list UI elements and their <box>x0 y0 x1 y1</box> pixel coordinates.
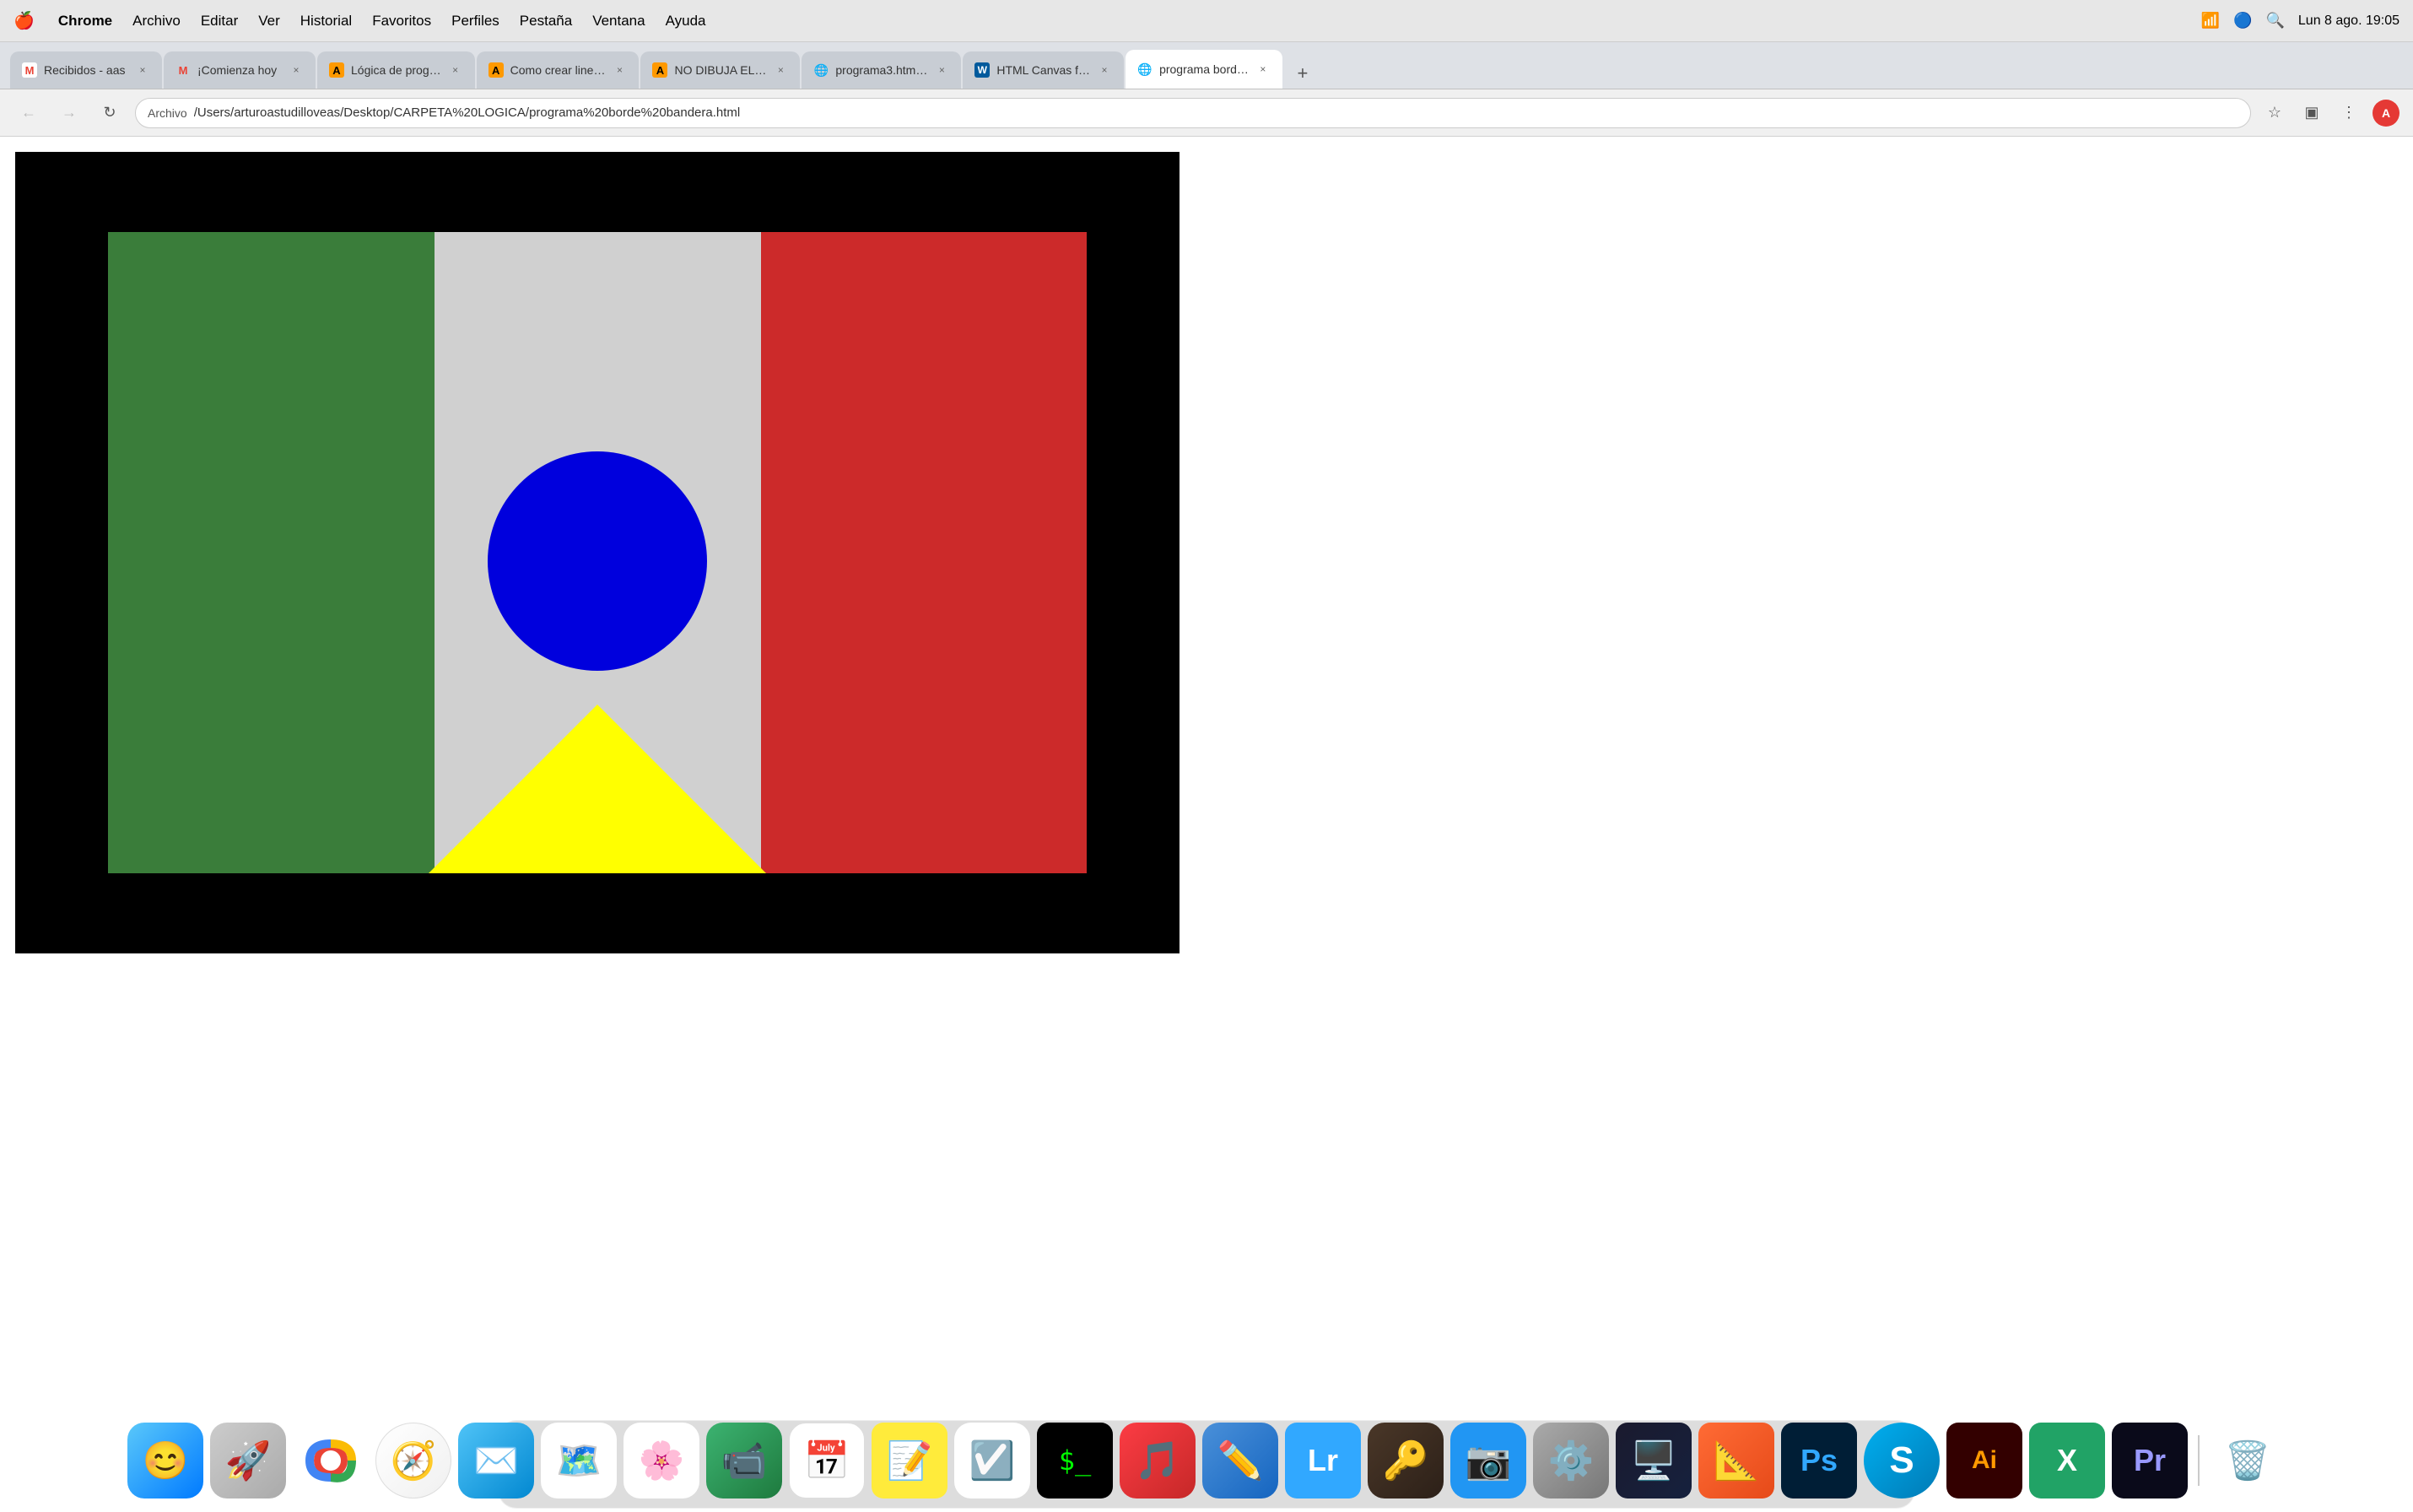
tab-html-canvas[interactable]: W HTML Canvas f… × <box>963 51 1124 89</box>
tab-close-programa3[interactable]: × <box>934 62 949 78</box>
menubar-pestana[interactable]: Pestaña <box>520 13 572 30</box>
forward-button[interactable]: → <box>54 98 84 128</box>
dock-dark-app[interactable]: 🖥️ <box>1616 1423 1692 1498</box>
dock-password[interactable]: 🔑 <box>1368 1423 1444 1498</box>
back-button[interactable]: ← <box>13 98 44 128</box>
wifi-icon[interactable]: 📶 <box>2201 12 2220 30</box>
tab-title-como-crear: Como crear line… <box>510 63 606 77</box>
dock-lightroom[interactable]: Lr <box>1285 1423 1361 1498</box>
dock-maps[interactable]: 🗺️ <box>541 1423 617 1498</box>
tab-favicon-html-canvas: W <box>974 62 990 78</box>
menu-icon[interactable]: ⋮ <box>2335 100 2362 127</box>
flag-blue-circle <box>488 451 707 671</box>
tab-favicon-programa3: 🌐 <box>813 62 829 78</box>
dock-trash[interactable]: 🗑️ <box>2210 1423 2286 1498</box>
tab-favicon-logica: A <box>329 62 344 78</box>
tab-logica[interactable]: A Lógica de prog… × <box>317 51 475 89</box>
tab-title-recibidos: Recibidos - aas <box>44 63 128 77</box>
tab-favicon-como-crear: A <box>489 62 504 78</box>
menubar-ver[interactable]: Ver <box>258 13 280 30</box>
flag-red-stripe <box>761 232 1087 873</box>
dock-system-prefs[interactable]: ⚙️ <box>1533 1423 1609 1498</box>
tab-close-logica[interactable]: × <box>448 62 463 78</box>
clock: Lun 8 ago. 19:05 <box>2298 14 2400 29</box>
reload-button[interactable]: ↻ <box>94 98 125 128</box>
dock-safari[interactable]: 🧭 <box>375 1423 451 1498</box>
sidebar-toggle-icon[interactable]: ▣ <box>2298 100 2325 127</box>
tab-como-crear[interactable]: A Como crear line… × <box>477 51 640 89</box>
menubar-archivo[interactable]: Archivo <box>132 13 181 30</box>
search-icon[interactable]: 🔍 <box>2265 12 2284 30</box>
dock-skype[interactable]: S <box>1864 1423 1940 1498</box>
flag-green-stripe <box>108 232 435 873</box>
new-tab-button[interactable]: + <box>1287 58 1318 89</box>
tab-close-no-dibuja[interactable]: × <box>773 62 788 78</box>
dock-reminders[interactable]: ☑️ <box>954 1423 1030 1498</box>
tab-close-recibidos[interactable]: × <box>135 62 150 78</box>
tab-close-como-crear[interactable]: × <box>612 62 627 78</box>
tab-title-no-dibuja: NO DIBUJA EL… <box>674 63 766 77</box>
tab-close-programa-borde[interactable]: × <box>1255 62 1271 77</box>
dock-terminal[interactable]: $_ <box>1037 1423 1113 1498</box>
dock-items-container: 😊 🚀 🧭 ✉️ 🗺️ <box>116 1423 2297 1505</box>
tab-title-html-canvas: HTML Canvas f… <box>996 63 1090 77</box>
tab-title-programa-borde: programa bord… <box>1159 62 1249 76</box>
address-bar[interactable]: Archivo /Users/arturoastudilloveas/Deskt… <box>135 98 2251 128</box>
tab-comienza[interactable]: M ¡Comienza hoy × <box>164 51 316 89</box>
tab-title-logica: Lógica de prog… <box>351 63 441 77</box>
dock-excel[interactable]: X <box>2029 1423 2105 1498</box>
canvas-black-bg <box>15 152 1180 953</box>
dock-chrome[interactable] <box>293 1423 369 1498</box>
tab-title-comienza: ¡Comienza hoy <box>197 63 282 77</box>
dock-notes[interactable]: 📝 <box>872 1423 947 1498</box>
menubar-ventana[interactable]: Ventana <box>592 13 645 30</box>
dock-launchpad[interactable]: 🚀 <box>210 1423 286 1498</box>
browser-toolbar: ← → ↻ Archivo /Users/arturoastudilloveas… <box>0 89 2413 137</box>
dock-photoshop[interactable]: Ps <box>1781 1423 1857 1498</box>
dock-sketchbook[interactable]: 📐 <box>1698 1423 1774 1498</box>
apple-menu-icon[interactable]: 🍎 <box>13 10 35 31</box>
menubar-historial[interactable]: Historial <box>300 13 352 30</box>
tab-title-programa3: programa3.htm… <box>835 63 927 77</box>
page-content <box>0 137 2413 1512</box>
browser-window: M Recibidos - aas × M ¡Comienza hoy × A … <box>0 42 2413 1512</box>
address-prefix: Archivo <box>148 106 187 120</box>
toolbar-right-area: ☆ ▣ ⋮ A <box>2261 100 2400 127</box>
tab-favicon-comienza: M <box>175 62 191 78</box>
dock-zoom[interactable]: 📷 <box>1450 1423 1526 1498</box>
dock-draw[interactable]: ✏️ <box>1202 1423 1278 1498</box>
flag-canvas <box>108 232 1087 873</box>
menubar-editar[interactable]: Editar <box>201 13 238 30</box>
menubar-ayuda[interactable]: Ayuda <box>666 13 706 30</box>
menubar-right-icons: 📶 🔵 🔍 Lun 8 ago. 19:05 <box>2201 12 2400 30</box>
dock-calendar[interactable]: 📅 <box>789 1423 865 1498</box>
dock-music[interactable]: 🎵 <box>1120 1423 1196 1498</box>
tab-favicon-programa-borde: 🌐 <box>1137 62 1153 77</box>
tab-favicon-gmail: M <box>22 62 37 78</box>
address-text: /Users/arturoastudilloveas/Desktop/CARPE… <box>194 105 2238 120</box>
dock-finder[interactable]: 😊 <box>127 1423 203 1498</box>
tab-recibidos[interactable]: M Recibidos - aas × <box>10 51 162 89</box>
menubar-chrome[interactable]: Chrome <box>58 13 112 30</box>
tab-programa-borde[interactable]: 🌐 programa bord… × <box>1126 50 1282 89</box>
tab-programa3[interactable]: 🌐 programa3.htm… × <box>802 51 961 89</box>
dock-separator <box>2198 1435 2200 1486</box>
tab-favicon-no-dibuja: A <box>652 62 667 78</box>
menubar: 🍎 Chrome Archivo Editar Ver Historial Fa… <box>0 0 2413 42</box>
dock-photos[interactable]: 🌸 <box>623 1423 699 1498</box>
menubar-perfiles[interactable]: Perfiles <box>451 13 499 30</box>
dock-facetime[interactable]: 📹 <box>706 1423 782 1498</box>
dock-illustrator[interactable]: Ai <box>1946 1423 2022 1498</box>
user-avatar[interactable]: A <box>2373 100 2400 127</box>
dock: 😊 🚀 🧭 ✉️ 🗺️ <box>0 1402 2413 1512</box>
tab-no-dibuja[interactable]: A NO DIBUJA EL… × <box>640 51 800 89</box>
bluetooth-icon[interactable]: 🔵 <box>2233 12 2252 30</box>
tab-close-html-canvas[interactable]: × <box>1097 62 1112 78</box>
tab-bar: M Recibidos - aas × M ¡Comienza hoy × A … <box>0 42 2413 89</box>
tab-close-comienza[interactable]: × <box>289 62 304 78</box>
dock-mail[interactable]: ✉️ <box>458 1423 534 1498</box>
dock-premiere[interactable]: Pr <box>2112 1423 2188 1498</box>
bookmark-icon[interactable]: ☆ <box>2261 100 2288 127</box>
menubar-favoritos[interactable]: Favoritos <box>372 13 431 30</box>
